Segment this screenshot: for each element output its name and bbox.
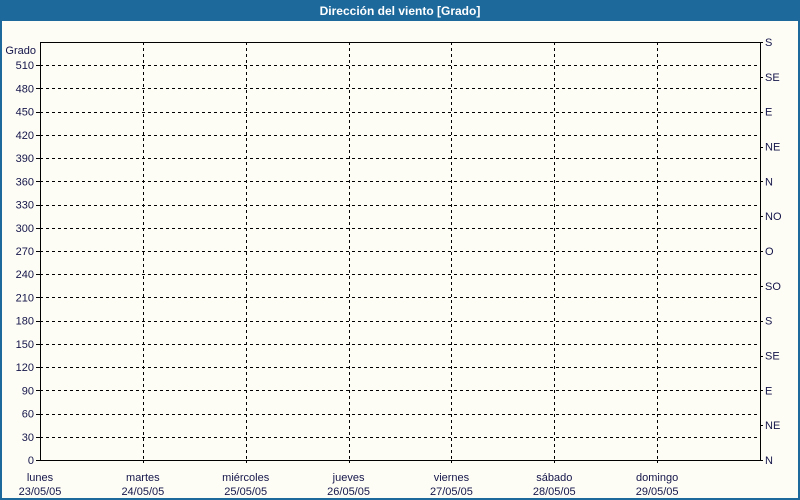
y-axis-tick-label: 450 — [16, 107, 34, 119]
right-axis-compass-label: SO — [765, 281, 781, 293]
y-axis-tick-label: 30 — [22, 432, 34, 444]
x-axis-day-label: lunes — [27, 472, 54, 484]
x-axis-day-label: sábado — [536, 472, 572, 484]
chart-title: Dirección del viento [Grado] — [319, 3, 481, 18]
right-axis-compass-label: SE — [765, 72, 780, 84]
x-axis-day-label: jueves — [332, 472, 365, 484]
y-axis-tick-label: 330 — [16, 200, 34, 212]
chart-content-area: 510 480 450 420 390 360 330 300 270 240 210 180 150 1… — [2, 21, 798, 498]
right-axis-compass-label: E — [765, 385, 772, 397]
x-axis-date-label: 28/05/05 — [533, 486, 576, 498]
y-axis-tick-label: 390 — [16, 153, 34, 165]
chart-window: Dirección del viento [Grado] 510 480 450 42… — [0, 0, 800, 500]
y-axis-tick-label: 210 — [16, 292, 34, 304]
right-axis-compass-label: N — [765, 176, 773, 188]
right-axis-compass-label: S — [765, 37, 772, 49]
y-axis-tick-label: 150 — [16, 339, 34, 351]
right-axis-compass-label: NE — [765, 420, 780, 432]
y-axis-tick-label: 120 — [16, 362, 34, 374]
y-axis-tick-label: 360 — [16, 176, 34, 188]
y-axis-tick-label: 240 — [16, 269, 34, 281]
x-axis-day-label: viernes — [434, 472, 470, 484]
right-axis-compass-label: SE — [765, 351, 780, 363]
y-axis-tick-label: 300 — [16, 223, 34, 235]
right-axis-compass-label: N — [765, 455, 773, 467]
x-axis-day-label: domingo — [636, 472, 678, 484]
y-axis-tick-label: 180 — [16, 316, 34, 328]
x-axis-date-label: 27/05/05 — [430, 486, 473, 498]
x-axis-date-label: 23/05/05 — [19, 486, 62, 498]
right-axis-compass-label: NE — [765, 142, 780, 154]
x-axis-date-label: 26/05/05 — [327, 486, 370, 498]
right-axis-compass-label: S — [765, 316, 772, 328]
x-axis-date-label: 25/05/05 — [224, 486, 267, 498]
right-axis-compass-label: NO — [765, 211, 782, 223]
right-axis-compass-label: E — [765, 107, 772, 119]
y-axis-tick-label: 60 — [22, 409, 34, 421]
x-axis-day-label: martes — [126, 472, 160, 484]
x-axis-day-label: miércoles — [222, 472, 270, 484]
x-axis-date-label: 29/05/05 — [636, 486, 679, 498]
y-axis-title: Grado — [5, 45, 36, 57]
y-axis-tick-label: 270 — [16, 246, 34, 258]
y-axis-tick-label: 90 — [22, 385, 34, 397]
y-axis-tick-label: 0 — [28, 455, 34, 467]
chart-title-bar: Dirección del viento [Grado] — [0, 0, 800, 21]
y-axis-tick-label: 420 — [16, 130, 34, 142]
x-axis-date-label: 24/05/05 — [121, 486, 164, 498]
wind-direction-chart: 5104804504203903603303002702402101801501… — [5, 37, 782, 498]
y-axis-tick-label: 510 — [16, 60, 34, 72]
y-axis-tick-label: 480 — [16, 83, 34, 95]
right-axis-compass-label: O — [765, 246, 774, 258]
